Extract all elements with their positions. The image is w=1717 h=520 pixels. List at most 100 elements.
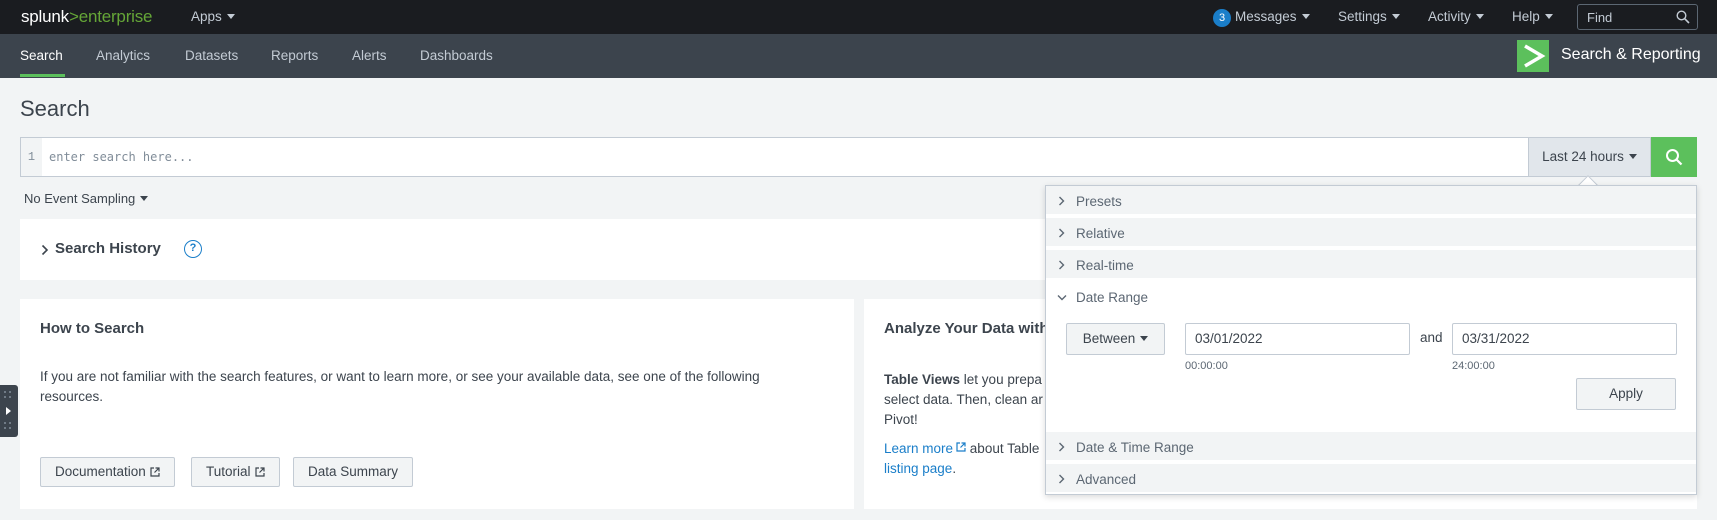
event-sampling-label: No Event Sampling <box>24 191 136 206</box>
range-mode-dropdown[interactable]: Between <box>1066 323 1165 355</box>
tab-dashboards[interactable]: Dashboards <box>420 48 493 63</box>
search-button[interactable] <box>1651 137 1697 177</box>
page-title: Search <box>20 96 90 121</box>
table-views-label: Table Views <box>884 372 961 387</box>
start-time-label: 00:00:00 <box>1185 360 1228 372</box>
activity-label: Activity <box>1428 9 1471 24</box>
section-presets[interactable]: Presets <box>1046 186 1696 216</box>
analyze-line3: Pivot! <box>884 412 918 427</box>
presets-label: Presets <box>1076 194 1122 209</box>
analyze-line2: select data. Then, clean ar <box>884 392 1043 407</box>
date-range-label: Date Range <box>1076 290 1149 305</box>
apply-button[interactable]: Apply <box>1576 378 1676 410</box>
search-icon[interactable] <box>1676 10 1690 24</box>
end-date-input[interactable]: 03/31/2022 <box>1452 323 1677 355</box>
section-real-time[interactable]: Real-time <box>1046 250 1696 280</box>
tutorial-button[interactable]: Tutorial <box>191 457 280 487</box>
messages-count-badge: 3 <box>1213 9 1231 27</box>
analyze-title: Analyze Your Data with <box>884 320 1049 337</box>
search-history-title[interactable]: Search History <box>55 240 161 257</box>
tab-alerts[interactable]: Alerts <box>352 48 387 63</box>
about-text: about Table <box>966 441 1040 456</box>
chevron-down-icon <box>140 196 149 201</box>
tab-search[interactable]: Search <box>20 48 63 63</box>
find-box <box>1577 4 1698 30</box>
analyze-text: Table Views let you prepa select data. T… <box>884 370 1064 430</box>
start-date-input[interactable]: 03/01/2022 <box>1185 323 1410 355</box>
chevron-down-icon <box>1475 14 1484 19</box>
settings-menu[interactable]: Settings <box>1338 9 1400 24</box>
apps-menu[interactable]: Apps <box>191 9 235 24</box>
how-to-search-panel: How to Search If you are not familiar wi… <box>20 299 854 509</box>
chevron-right-icon <box>1059 196 1065 206</box>
search-icon <box>1666 149 1683 166</box>
learn-more-link[interactable]: Learn more <box>884 441 953 456</box>
period-text: . <box>952 461 957 476</box>
external-link-icon <box>150 467 160 477</box>
time-range-picker[interactable]: Last 24 hours <box>1528 137 1651 177</box>
section-date-range[interactable]: Date Range <box>1046 282 1696 312</box>
search-input[interactable] <box>49 147 1449 167</box>
data-summary-button[interactable]: Data Summary <box>293 457 414 487</box>
search-bar: 1 <box>20 137 1529 177</box>
logo-separator: > <box>68 7 79 26</box>
app-title[interactable]: Search & Reporting <box>1561 46 1701 64</box>
play-icon <box>4 391 11 429</box>
chevron-right-icon <box>1059 442 1065 452</box>
time-range-label: Last 24 hours <box>1542 149 1624 164</box>
chevron-right-icon <box>1524 44 1546 68</box>
date-time-range-label: Date & Time Range <box>1076 440 1194 455</box>
relative-label: Relative <box>1076 226 1125 241</box>
chevron-down-icon <box>226 14 235 19</box>
find-input[interactable] <box>1578 5 1673 29</box>
how-to-search-text: If you are not familiar with the search … <box>40 369 760 404</box>
chevron-down-icon <box>1140 336 1149 341</box>
section-date-time-range[interactable]: Date & Time Range <box>1046 432 1696 462</box>
chevron-right-icon <box>1059 260 1065 270</box>
active-tab-indicator <box>20 74 65 77</box>
tutorial-label: Tutorial <box>206 464 251 479</box>
tab-analytics[interactable]: Analytics <box>96 48 150 63</box>
chevron-down-icon <box>1057 295 1067 301</box>
splunk-logo[interactable]: splunk>enterprise <box>21 7 152 27</box>
app-nav-bar <box>0 34 1717 78</box>
analyze-links: Learn more about Table listing page. <box>884 439 1039 479</box>
chevron-down-icon <box>1628 154 1637 159</box>
section-advanced[interactable]: Advanced <box>1046 464 1696 494</box>
external-link-icon[interactable] <box>956 442 966 452</box>
and-label: and <box>1420 330 1443 345</box>
top-bar: splunk>enterprise Apps 3 Messages Setting… <box>0 0 1717 34</box>
help-menu[interactable]: Help <box>1512 9 1553 24</box>
sidebar-toggle-tab[interactable] <box>0 385 18 437</box>
chevron-right-icon <box>1059 474 1065 484</box>
documentation-button[interactable]: Documentation <box>40 457 175 487</box>
end-time-label: 24:00:00 <box>1452 360 1495 372</box>
messages-label: Messages <box>1235 9 1297 24</box>
event-sampling-dropdown[interactable]: No Event Sampling <box>24 191 149 206</box>
help-icon[interactable]: ? <box>184 240 202 258</box>
analyze-line1: let you prepa <box>960 372 1042 387</box>
advanced-label: Advanced <box>1076 472 1137 487</box>
activity-menu[interactable]: Activity <box>1428 9 1484 24</box>
external-link-icon <box>254 467 265 477</box>
tab-reports[interactable]: Reports <box>271 48 318 63</box>
documentation-label: Documentation <box>55 464 146 479</box>
logo-product-text: enterprise <box>78 7 153 26</box>
app-logo <box>1517 40 1549 72</box>
tab-datasets[interactable]: Datasets <box>185 48 238 63</box>
line-number: 1 <box>21 138 42 176</box>
listing-page-link[interactable]: listing page <box>884 461 952 476</box>
messages-menu[interactable]: 3 Messages <box>1213 9 1310 27</box>
chevron-down-icon <box>1301 14 1310 19</box>
chevron-down-icon <box>1391 14 1400 19</box>
section-relative[interactable]: Relative <box>1046 218 1696 248</box>
range-mode-label: Between <box>1082 331 1136 346</box>
real-time-label: Real-time <box>1076 258 1134 273</box>
apps-label: Apps <box>191 9 222 24</box>
chevron-down-icon <box>1544 14 1553 19</box>
help-label: Help <box>1512 9 1540 24</box>
settings-label: Settings <box>1338 9 1387 24</box>
time-range-dropdown: Presets Relative Real-time Date Range Be… <box>1045 185 1697 495</box>
logo-main-text: splunk <box>21 7 69 26</box>
chevron-right-icon[interactable] <box>41 244 49 256</box>
